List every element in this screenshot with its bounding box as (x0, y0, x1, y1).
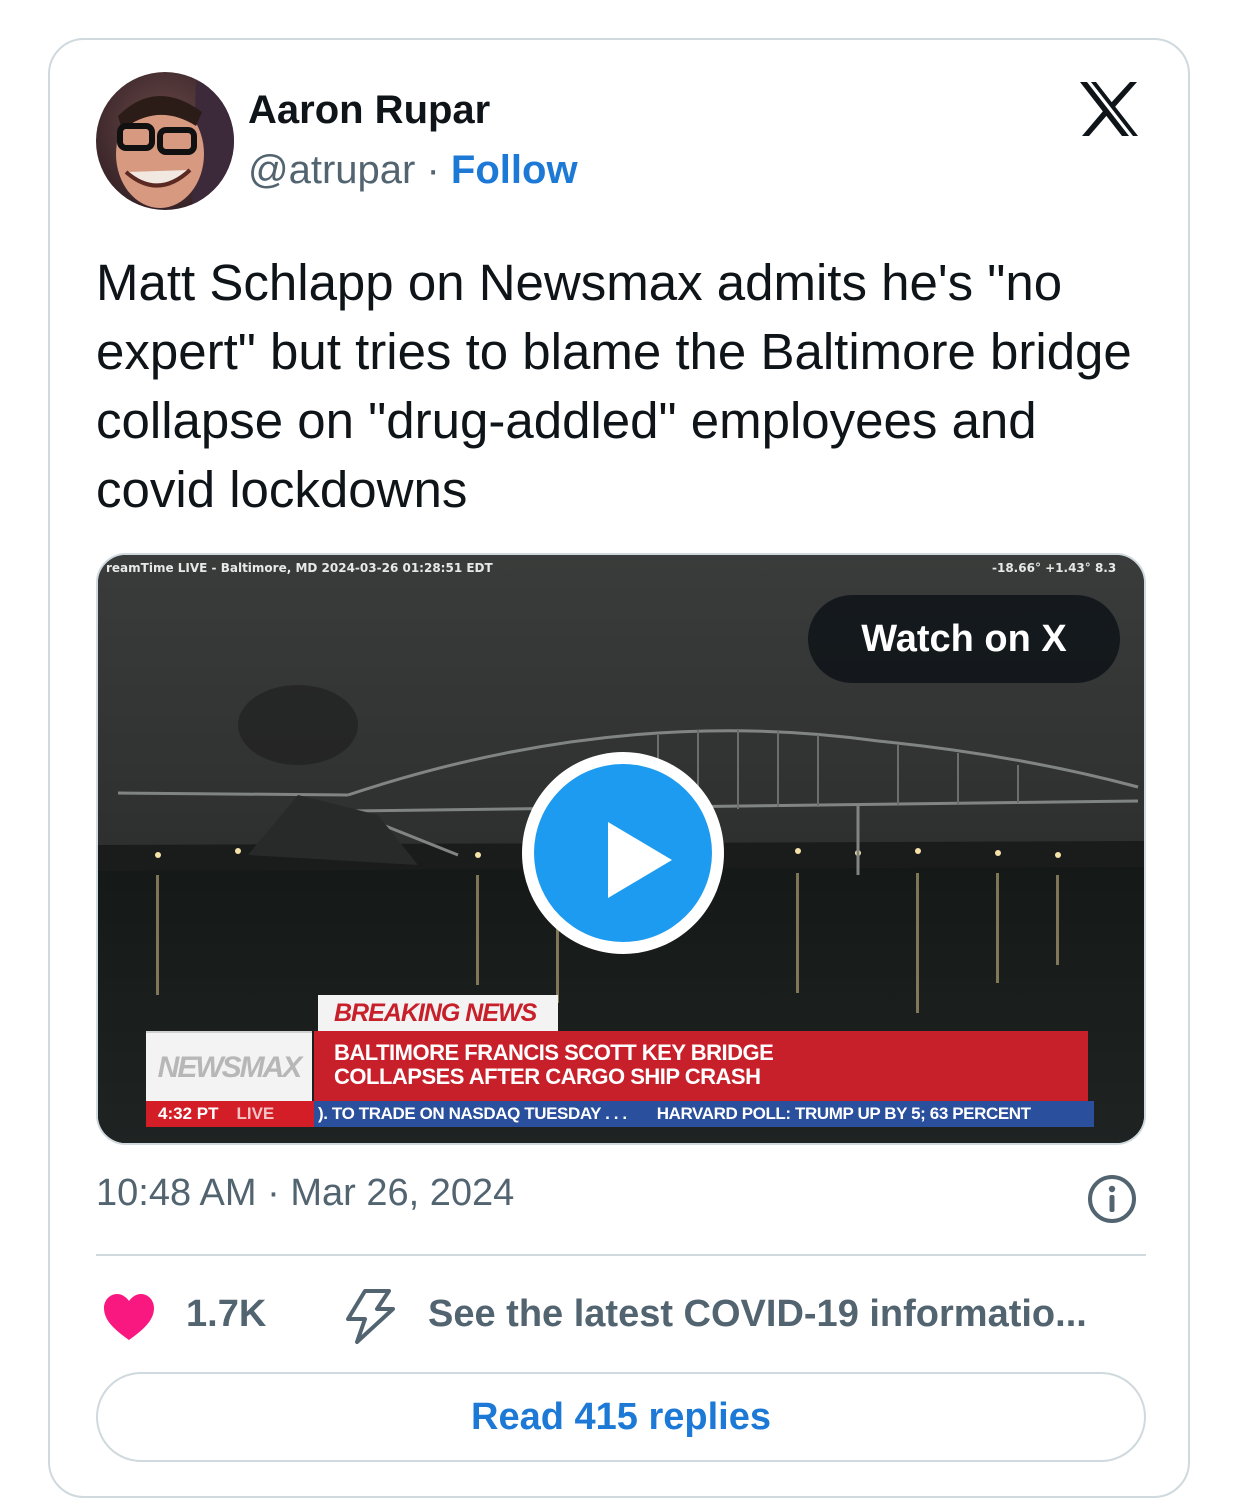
news-ticker: ). TO TRADE ON NASDAQ TUESDAY . . . HARVA… (314, 1101, 1094, 1127)
chyron-time: 4:32 PT LIVE (146, 1101, 314, 1127)
weather-label: -18.66° +1.43° 8.3 (992, 561, 1117, 575)
ticker-item: HARVARD POLL: TRUMP UP BY 5; 63 PERCENT (656, 1104, 1031, 1123)
play-icon (534, 764, 712, 942)
camera-label: reamTime LIVE - Baltimore, MD 2024-03-26… (106, 561, 493, 575)
tweet-timestamp[interactable]: 10:48 AM · Mar 26, 2024 (96, 1172, 514, 1215)
like-count[interactable]: 1.7K (186, 1293, 266, 1336)
chyron-headline: BALTIMORE FRANCIS SCOTT KEY BRIDGE COLLA… (314, 1031, 1088, 1101)
headline-line-1: BALTIMORE FRANCIS SCOTT KEY BRIDGE (334, 1040, 774, 1065)
watch-on-x-button[interactable]: Watch on X (808, 595, 1120, 683)
tweet-text: Matt Schlapp on Newsmax admits he's "no … (96, 254, 1132, 518)
info-icon[interactable] (1086, 1173, 1138, 1225)
live-label: LIVE (236, 1104, 275, 1123)
network-logo: NEWSMAX (146, 1031, 312, 1103)
heart-icon[interactable] (102, 1292, 156, 1342)
read-replies-button[interactable]: Read 415 replies (96, 1372, 1146, 1462)
breaking-news-label: BREAKING NEWS (318, 995, 558, 1031)
author-handle-row: @atrupar · Follow (248, 148, 578, 193)
follow-button[interactable]: Follow (451, 148, 578, 192)
broadcast-time: 4:32 PT (158, 1104, 219, 1123)
play-button[interactable] (522, 752, 724, 954)
video-player[interactable]: reamTime LIVE - Baltimore, MD 2024-03-26… (96, 553, 1146, 1145)
covid-info-link[interactable]: See the latest COVID-19 informatio... (428, 1293, 1087, 1336)
x-logo-icon[interactable] (1078, 80, 1140, 138)
bolt-icon[interactable] (343, 1288, 397, 1344)
author-handle[interactable]: @atrupar (248, 148, 415, 192)
author-name[interactable]: Aaron Rupar (248, 88, 490, 133)
avatar[interactable] (96, 72, 234, 210)
separator: · (426, 148, 440, 192)
divider (96, 1254, 1146, 1256)
ticker-item: ). TO TRADE ON NASDAQ TUESDAY . . . (318, 1104, 627, 1123)
headline-line-2: COLLAPSES AFTER CARGO SHIP CRASH (334, 1064, 761, 1089)
